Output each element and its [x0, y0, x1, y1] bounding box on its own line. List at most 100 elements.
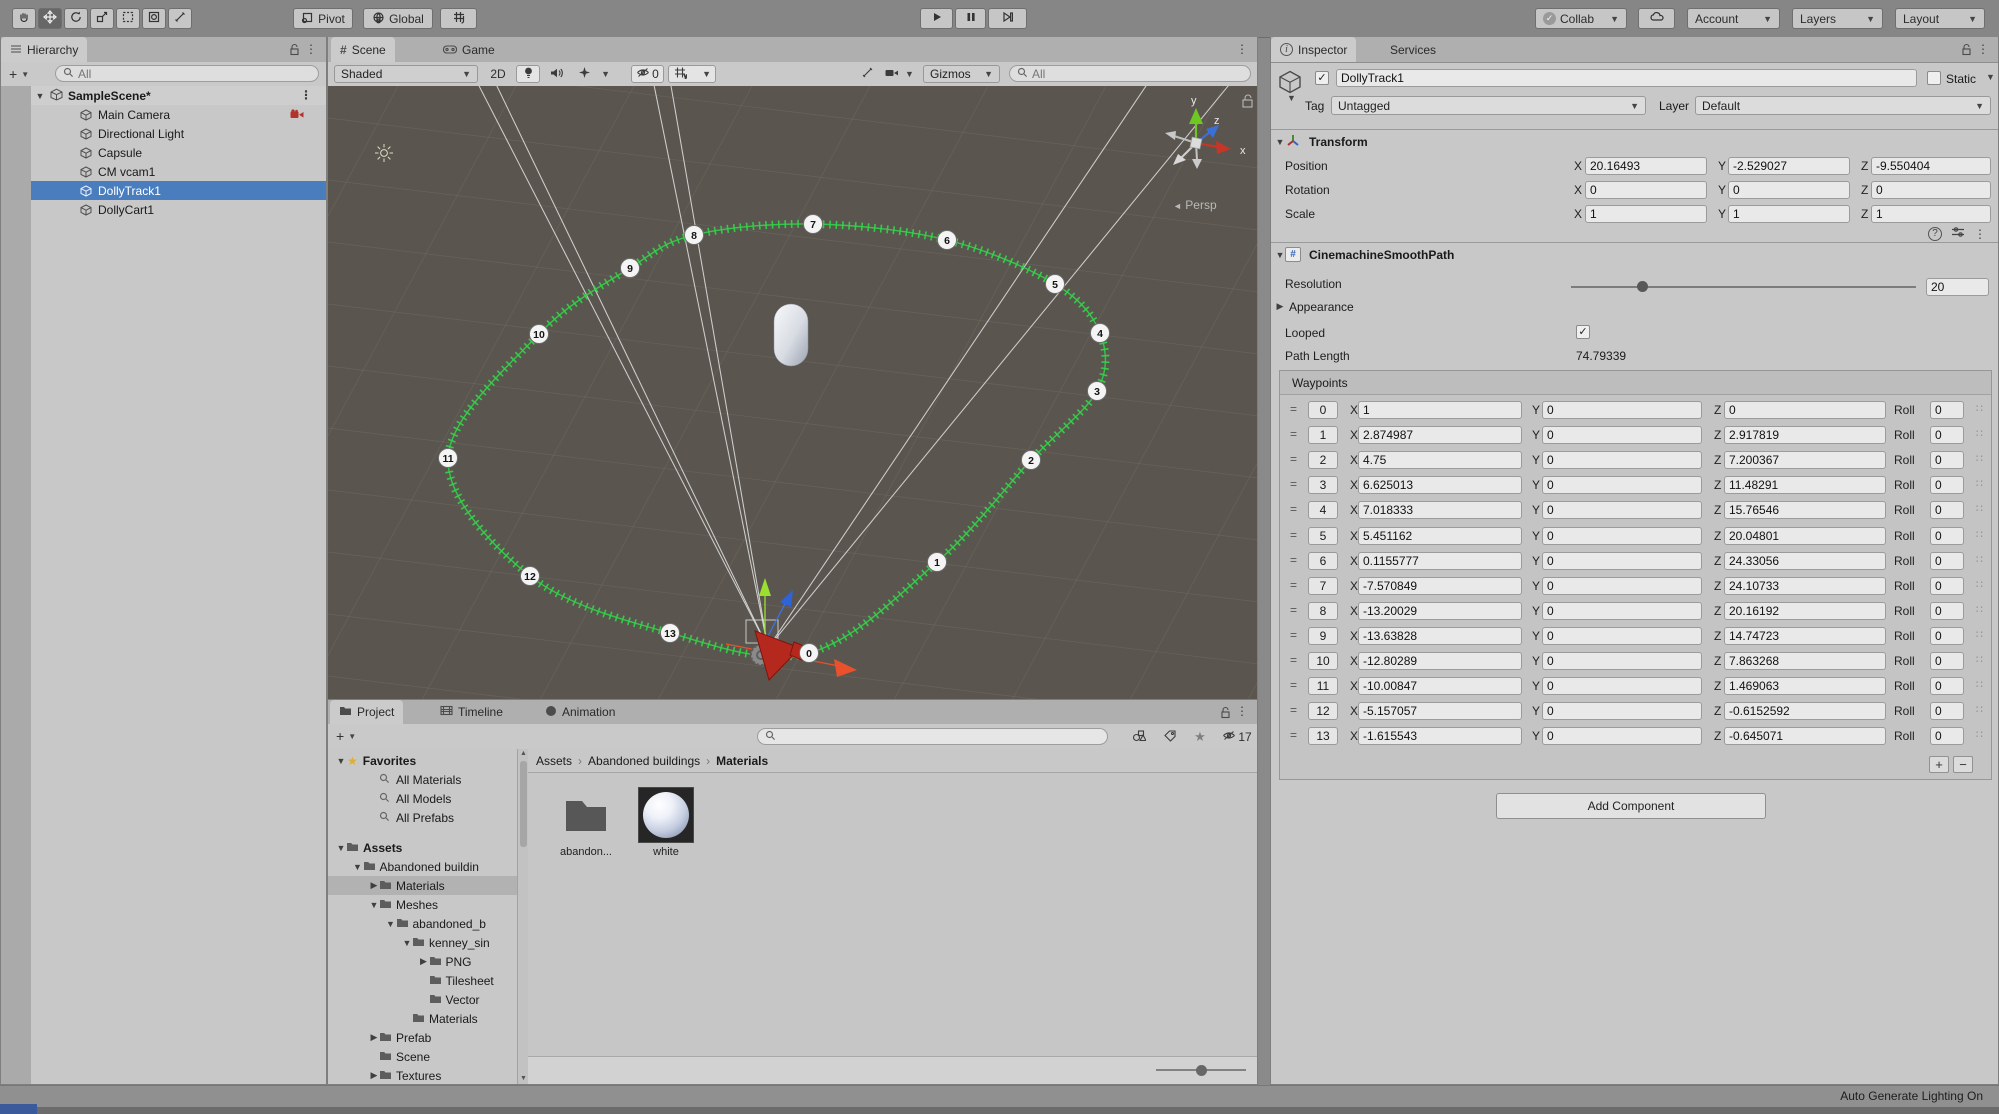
waypoint-roll-field[interactable]	[1930, 527, 1964, 545]
drag-handle-icon[interactable]: =	[1290, 603, 1297, 617]
gameobject-name-field[interactable]	[1336, 69, 1917, 87]
waypoint-index-button[interactable]: 11	[1308, 677, 1338, 695]
2d-toggle-button[interactable]: 2D	[486, 65, 510, 83]
grip-icon[interactable]: ∷	[1976, 452, 1984, 465]
preset-icon[interactable]	[1951, 226, 1965, 241]
capsule-object[interactable]	[774, 304, 808, 366]
move-gizmo-y-arrow[interactable]	[759, 578, 771, 596]
expander-closed-icon[interactable]: ▶	[369, 1032, 379, 1043]
layout-dropdown[interactable]: Layout▼	[1895, 8, 1985, 29]
drag-handle-icon[interactable]: =	[1290, 653, 1297, 667]
scroll-up-icon[interactable]: ▲	[520, 750, 527, 757]
grip-icon[interactable]: ∷	[1976, 578, 1984, 591]
hierarchy-item-capsule[interactable]: Capsule	[31, 143, 326, 162]
waypoint-row-13[interactable]: =13XYZRoll∷	[1280, 724, 1991, 749]
waypoint-y-field[interactable]	[1542, 652, 1702, 670]
tree-item-scene[interactable]: Scene	[328, 1047, 517, 1066]
gizmo-y-cone[interactable]	[1189, 108, 1203, 124]
waypoint-z-field[interactable]	[1724, 476, 1886, 494]
tree-item-all-prefabs[interactable]: All Prefabs	[328, 808, 517, 827]
waypoint-z-field[interactable]	[1724, 727, 1886, 745]
project-add-button[interactable]: +▼	[336, 728, 356, 744]
waypoint-marker-10[interactable]: 10	[530, 325, 549, 344]
expander-open-icon[interactable]: ▼	[35, 91, 45, 101]
inspector-lock-icon[interactable]	[1961, 43, 1972, 59]
waypoint-x-field[interactable]	[1358, 602, 1522, 620]
waypoint-roll-field[interactable]	[1930, 677, 1964, 695]
scene-camera-dropdown[interactable]: ▼	[881, 65, 917, 83]
breadcrumb-folder[interactable]: Abandoned buildings	[588, 754, 700, 768]
smoothpath-component-header[interactable]: ▼ # CinemachineSmoothPath ? ⋮	[1271, 242, 1998, 266]
drag-handle-icon[interactable]: =	[1290, 628, 1297, 642]
expander-closed-icon[interactable]: ▶	[369, 880, 379, 891]
waypoint-x-field[interactable]	[1358, 527, 1522, 545]
hierarchy-search[interactable]	[55, 65, 319, 82]
grip-icon[interactable]: ∷	[1976, 402, 1984, 415]
add-component-button[interactable]: Add Component	[1496, 793, 1766, 819]
active-checkbox[interactable]: ✓	[1315, 71, 1329, 85]
move-tool-button[interactable]	[38, 8, 62, 29]
gameobject-icon-dropdown[interactable]: ▼	[1287, 93, 1296, 103]
tree-item-all-models[interactable]: All Models	[328, 789, 517, 808]
resolution-field[interactable]	[1926, 278, 1989, 296]
lock-icon[interactable]	[289, 43, 300, 59]
hierarchy-item-main-camera[interactable]: Main Camera	[31, 105, 326, 124]
orientation-gizmo[interactable]: yzx	[1165, 95, 1246, 169]
grip-icon[interactable]: ∷	[1976, 678, 1984, 691]
scroll-down-icon[interactable]: ▼	[520, 1075, 527, 1082]
scene-canvas[interactable]: 012345678910111213yzx ◄ Persp	[328, 86, 1257, 699]
grid-visibility-dropdown[interactable]: y▼	[668, 65, 716, 83]
effects-dropdown-button[interactable]: ▼	[574, 65, 614, 83]
tree-item-tilesheet[interactable]: Tilesheet	[328, 971, 517, 990]
waypoint-z-field[interactable]	[1724, 627, 1886, 645]
tab-inspector[interactable]: i Inspector	[1271, 37, 1356, 62]
waypoint-index-button[interactable]: 8	[1308, 602, 1338, 620]
drag-handle-icon[interactable]: =	[1290, 402, 1297, 416]
looped-checkbox[interactable]: ✓	[1576, 325, 1590, 339]
waypoint-y-field[interactable]	[1542, 401, 1702, 419]
waypoint-row-6[interactable]: =6XYZRoll∷	[1280, 549, 1991, 574]
waypoint-y-field[interactable]	[1542, 702, 1702, 720]
resolution-slider-track[interactable]	[1571, 286, 1916, 288]
waypoint-row-9[interactable]: =9XYZRoll∷	[1280, 624, 1991, 649]
grip-icon[interactable]: ∷	[1976, 553, 1984, 566]
static-checkbox[interactable]	[1927, 71, 1941, 85]
waypoint-x-field[interactable]	[1358, 577, 1522, 595]
tab-services[interactable]: Services	[1381, 37, 1445, 62]
waypoint-y-field[interactable]	[1542, 727, 1702, 745]
waypoint-row-11[interactable]: =11XYZRoll∷	[1280, 674, 1991, 699]
expander-open-icon[interactable]: ▼	[1275, 250, 1285, 260]
waypoint-roll-field[interactable]	[1930, 501, 1964, 519]
drag-handle-icon[interactable]: =	[1290, 553, 1297, 567]
scene-search-input[interactable]	[1032, 67, 1243, 81]
waypoint-index-button[interactable]: 0	[1308, 401, 1338, 419]
waypoint-roll-field[interactable]	[1930, 476, 1964, 494]
waypoint-z-field[interactable]	[1724, 652, 1886, 670]
tree-item-materials[interactable]: Materials	[328, 1009, 517, 1028]
asset-item-folder[interactable]: abandon...	[548, 787, 624, 858]
transform-y-field[interactable]	[1728, 157, 1850, 175]
expander-open-icon[interactable]: ▼	[353, 862, 363, 872]
waypoint-z-field[interactable]	[1724, 602, 1886, 620]
waypoint-z-field[interactable]	[1724, 552, 1886, 570]
tree-item-textures[interactable]: ▶Textures	[328, 1066, 517, 1084]
waypoint-x-field[interactable]	[1358, 476, 1522, 494]
tree-item-vector[interactable]: Vector	[328, 990, 517, 1009]
drag-handle-icon[interactable]: =	[1290, 678, 1297, 692]
waypoint-index-button[interactable]: 7	[1308, 577, 1338, 595]
expander-open-icon[interactable]: ▼	[1275, 137, 1285, 147]
project-lock-icon[interactable]	[1220, 706, 1231, 722]
waypoint-marker-12[interactable]: 12	[521, 567, 540, 586]
waypoint-roll-field[interactable]	[1930, 602, 1964, 620]
waypoint-y-field[interactable]	[1542, 476, 1702, 494]
waypoint-x-field[interactable]	[1358, 552, 1522, 570]
waypoint-row-10[interactable]: =10XYZRoll∷	[1280, 649, 1991, 674]
rect-tool-button[interactable]	[116, 8, 140, 29]
tree-item-favorites[interactable]: ▼★Favorites	[328, 751, 517, 770]
hierarchy-search-input[interactable]	[78, 67, 311, 81]
step-button[interactable]	[988, 8, 1027, 29]
tab-timeline[interactable]: Timeline	[431, 700, 512, 724]
tab-project[interactable]: Project	[330, 700, 403, 724]
cloud-button[interactable]	[1638, 8, 1675, 29]
waypoint-row-1[interactable]: =1XYZRoll∷	[1280, 423, 1991, 448]
